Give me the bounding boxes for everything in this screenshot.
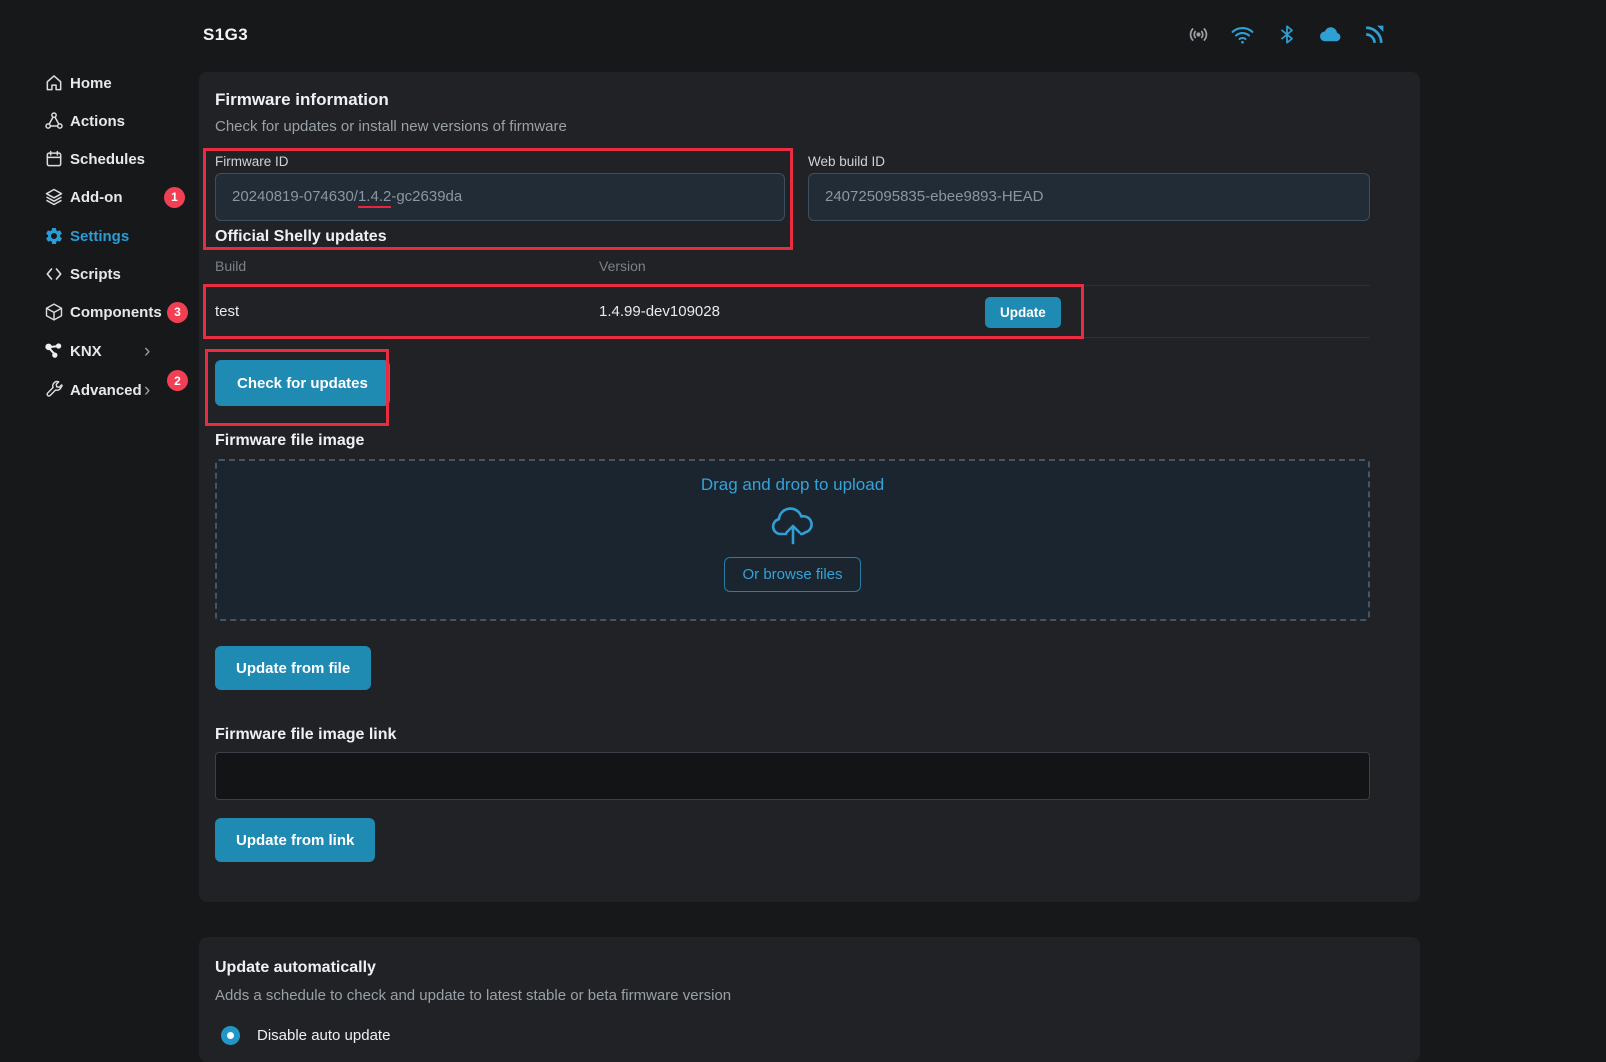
sidebar-item-schedules[interactable]: Schedules xyxy=(0,140,199,178)
sidebar-item-label: KNX xyxy=(70,343,102,360)
firmware-id-label: Firmware ID xyxy=(215,154,289,169)
disable-auto-update-option[interactable]: Disable auto update xyxy=(221,1026,390,1045)
sidebar-item-label: Settings xyxy=(70,228,129,245)
sidebar-item-label: Schedules xyxy=(70,151,145,168)
update-from-file-button[interactable]: Update from file xyxy=(215,646,371,690)
cube-icon xyxy=(44,302,64,322)
cloud-icon xyxy=(1318,22,1343,47)
firmware-link-input[interactable] xyxy=(215,752,1370,800)
sidebar-item-label: Scripts xyxy=(70,266,121,283)
broadcast-icon xyxy=(1186,22,1211,47)
sidebar-item-home[interactable]: Home xyxy=(0,64,199,102)
sidebar-item-label: Actions xyxy=(70,113,125,130)
browse-files-button[interactable]: Or browse files xyxy=(724,557,860,592)
page-title: S1G3 xyxy=(203,25,248,45)
firmware-id-value-1: 20240819-074630/ xyxy=(232,188,358,205)
calendar-icon xyxy=(44,149,64,169)
radio-selected-icon[interactable] xyxy=(221,1026,240,1045)
home-icon xyxy=(44,73,64,93)
statusbar xyxy=(1186,22,1387,47)
sidebar-item-label: Home xyxy=(70,75,112,92)
web-build-id-label: Web build ID xyxy=(808,154,885,169)
column-header-build: Build xyxy=(215,258,246,274)
access-point-icon xyxy=(1362,22,1387,47)
sidebar-item-label: Components xyxy=(70,304,162,321)
components-badge: 3 xyxy=(167,302,188,323)
card-title: Firmware information xyxy=(215,90,389,110)
update-from-link-button[interactable]: Update from link xyxy=(215,818,375,862)
card-subtitle: Check for updates or install new version… xyxy=(215,118,567,135)
sidebar-item-label: Advanced xyxy=(70,382,142,399)
sidebar-item-label: Add-on xyxy=(70,189,122,206)
column-header-version: Version xyxy=(599,258,646,274)
sidebar-item-add-on[interactable]: Add-on 1 xyxy=(0,178,199,216)
firmware-id-value-2: -gc2639da xyxy=(391,188,462,205)
card-subtitle: Adds a schedule to check and update to l… xyxy=(215,987,731,1004)
sidebar-item-settings[interactable]: Settings xyxy=(0,217,199,255)
network-icon xyxy=(44,341,64,361)
official-updates-heading: Official Shelly updates xyxy=(215,228,387,246)
version-cell: 1.4.99-dev109028 xyxy=(599,303,720,320)
firmware-id-value-highlighted: 1.4.2 xyxy=(358,188,391,208)
sidebar: Home Actions Schedules Add-on 1 xyxy=(0,0,199,1062)
sidebar-item-scripts[interactable]: Scripts xyxy=(0,255,199,293)
chevron-right-icon: › xyxy=(144,342,150,361)
wrench-icon xyxy=(44,380,64,400)
dropzone-text: Drag and drop to upload xyxy=(701,475,884,495)
chevron-right-icon: › xyxy=(144,381,150,400)
web-build-id-field[interactable]: 240725095835-ebee9893-HEAD xyxy=(808,173,1370,221)
sidebar-item-actions[interactable]: Actions xyxy=(0,102,199,140)
layers-icon xyxy=(44,187,64,207)
firmware-file-image-heading: Firmware file image xyxy=(215,432,364,450)
file-dropzone[interactable]: Drag and drop to upload Or browse files xyxy=(215,459,1370,621)
update-row-button[interactable]: Update xyxy=(985,297,1061,328)
gear-icon xyxy=(44,226,64,246)
card-title: Update automatically xyxy=(215,959,376,977)
advanced-badge: 2 xyxy=(167,370,188,391)
add-on-badge: 1 xyxy=(164,187,185,208)
check-for-updates-button[interactable]: Check for updates xyxy=(215,360,390,406)
update-automatically-card: Update automatically Adds a schedule to … xyxy=(199,937,1420,1062)
radio-label: Disable auto update xyxy=(257,1027,390,1044)
firmware-information-card: Firmware information Check for updates o… xyxy=(199,72,1420,902)
firmware-file-link-heading: Firmware file image link xyxy=(215,726,396,744)
page: { "app": { "device_title": "S1G3" }, "st… xyxy=(0,0,1606,1062)
sidebar-item-components[interactable]: Components 3 xyxy=(0,293,199,331)
actions-icon xyxy=(44,111,64,131)
firmware-id-field[interactable]: 20240819-074630/1.4.2-gc2639da xyxy=(215,173,785,221)
cloud-upload-icon xyxy=(767,501,819,547)
wifi-icon xyxy=(1230,22,1255,47)
build-cell: test xyxy=(215,303,239,320)
table-row: test 1.4.99-dev109028 Update xyxy=(215,285,1370,338)
code-icon xyxy=(44,264,64,284)
bluetooth-icon xyxy=(1274,22,1299,47)
sidebar-item-advanced[interactable]: Advanced › 2 xyxy=(0,371,199,409)
sidebar-item-knx[interactable]: KNX › xyxy=(0,332,199,370)
